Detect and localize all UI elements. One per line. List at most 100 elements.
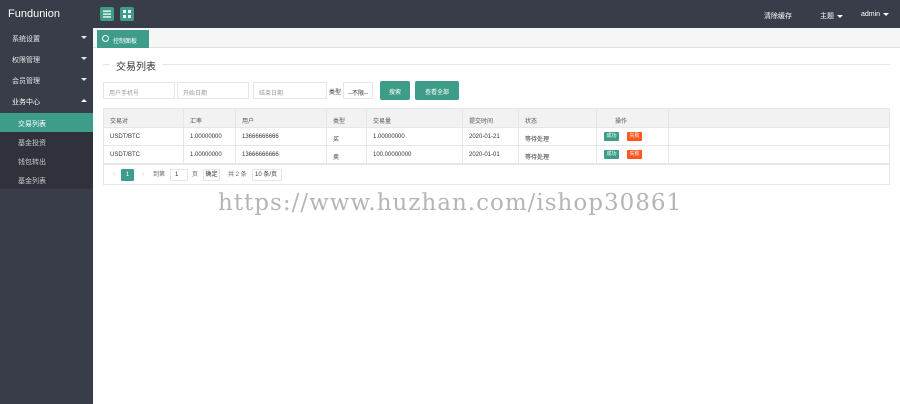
tab-dashboard[interactable]: 控制面板 (97, 30, 149, 48)
table-row: USDT/BTC 1.00000000 13666666666 卖 100.00… (104, 146, 889, 164)
sidebar-submenu: 交易列表 基金投资 钱包转出 基金列表 (0, 113, 93, 189)
prev-page-button[interactable]: ‹ (109, 169, 119, 181)
sidebar-item-label: 权限管理 (12, 57, 40, 64)
goto-confirm-button[interactable]: 确定 (203, 169, 220, 181)
select-value: --不限-- (348, 91, 368, 97)
grid-icon (123, 10, 131, 18)
main-content: 交易列表 用户手机号 开始日期 结束日期 类型 --不限-- 搜索 查看全部 交… (93, 48, 900, 404)
sidebar-item-business-center[interactable]: 业务中心 (0, 91, 93, 111)
amount-cell: 100.00000000 (367, 146, 463, 163)
empty-cell (669, 146, 889, 163)
page-unit-label: 页 (192, 172, 199, 178)
input-value: 1 (175, 172, 179, 178)
user-cell: 13666666666 (236, 128, 327, 145)
chevron-down-icon (837, 14, 843, 18)
trade-table: 交易对 汇率 用户 类型 交易量 提交时间 状态 操作 USDT/BTC 1.0… (103, 108, 890, 185)
menu-toggle-button[interactable] (100, 7, 114, 21)
user-menu[interactable]: admin (861, 11, 890, 18)
sidebar-item-label: 基金投资 (18, 140, 46, 147)
sidebar-item-fund-invest[interactable]: 基金投资 (0, 132, 93, 151)
status-cell: 等待处理 (519, 128, 597, 145)
reject-button[interactable]: 失败 (627, 132, 642, 141)
chevron-down-icon (883, 12, 890, 16)
sidebar-item-label: 会员管理 (12, 78, 40, 85)
input-placeholder: 结束日期 (259, 91, 284, 97)
action-cell: 成功 失败 (597, 128, 669, 145)
input-placeholder: 用户手机号 (109, 91, 140, 97)
header-cell: 交易对 (104, 109, 184, 127)
phone-input[interactable]: 用户手机号 (103, 82, 175, 99)
sidebar-item-label: 交易列表 (18, 121, 46, 128)
chevron-down-icon (81, 78, 87, 81)
table-header: 交易对 汇率 用户 类型 交易量 提交时间 状态 操作 (104, 109, 889, 128)
app-logo: Fundunion (8, 8, 60, 20)
approve-button[interactable]: 成功 (604, 150, 619, 159)
table-row: USDT/BTC 1.00000000 13666666666 买 1.0000… (104, 128, 889, 146)
time-cell: 2020-01-01 (463, 146, 519, 163)
start-date-input[interactable]: 开始日期 (177, 82, 249, 99)
top-navbar: Fundunion 清除缓存 主题 admin (0, 0, 900, 28)
pair-cell: USDT/BTC (104, 128, 184, 145)
time-cell: 2020-01-21 (463, 128, 519, 145)
view-all-button[interactable]: 查看全部 (415, 81, 459, 100)
type-cell: 买 (327, 128, 367, 145)
watermark: https://www.huzhan.com/ishop30861 (218, 190, 683, 216)
status-cell: 等待处理 (519, 146, 597, 163)
page-title: 交易列表 (110, 58, 162, 73)
action-cell: 成功 失败 (597, 146, 669, 163)
header-cell: 交易量 (367, 109, 463, 127)
reject-button[interactable]: 失败 (627, 150, 642, 159)
fullscreen-button[interactable] (120, 7, 134, 21)
chevron-down-icon (81, 57, 87, 60)
rate-cell: 1.00000000 (184, 146, 236, 163)
header-cell: 类型 (327, 109, 367, 127)
header-cell: 提交时间 (463, 109, 519, 127)
tab-label: 控制面板 (113, 39, 138, 45)
rate-cell: 1.00000000 (184, 128, 236, 145)
button-label: 搜索 (388, 90, 401, 96)
sidebar-item-label: 基金列表 (18, 178, 46, 185)
theme-label: 主题 (820, 13, 834, 20)
sidebar-item-permissions[interactable]: 权限管理 (0, 49, 93, 69)
end-date-input[interactable]: 结束日期 (253, 82, 327, 99)
input-placeholder: 开始日期 (183, 91, 208, 97)
page-number-current[interactable]: 1 (121, 169, 134, 181)
section-divider (103, 64, 890, 65)
total-count: 共 2 条 (228, 172, 247, 178)
sidebar-item-members[interactable]: 会员管理 (0, 70, 93, 90)
clear-cache-link[interactable]: 清除缓存 (764, 11, 792, 21)
pair-cell: USDT/BTC (104, 146, 184, 163)
type-cell: 卖 (327, 146, 367, 163)
next-page-button[interactable]: › (138, 169, 148, 181)
header-cell: 用户 (236, 109, 327, 127)
sidebar: 系统设置 权限管理 会员管理 业务中心 交易列表 基金投资 钱包转出 基金列表 (0, 28, 93, 404)
tab-bar: 控制面板 (93, 28, 900, 48)
theme-menu[interactable]: 主题 (820, 11, 843, 21)
menu-icon (103, 10, 111, 18)
header-cell: 汇率 (184, 109, 236, 127)
sidebar-item-system-settings[interactable]: 系统设置 (0, 28, 93, 48)
sidebar-item-trade-list[interactable]: 交易列表 (0, 113, 93, 132)
button-label: 查看全部 (424, 90, 449, 96)
header-cell: 状态 (519, 109, 597, 127)
page-size-select[interactable]: 10 条/页 (252, 169, 282, 181)
type-select[interactable]: --不限-- (343, 82, 373, 99)
header-cell: 操作 (597, 109, 669, 127)
header-cell (669, 109, 889, 127)
goto-page-input[interactable]: 1 (170, 169, 188, 181)
search-button[interactable]: 搜索 (380, 81, 410, 100)
sidebar-item-wallet-out[interactable]: 钱包转出 (0, 151, 93, 170)
goto-label: 到第 (153, 172, 166, 178)
chevron-down-icon (81, 36, 87, 39)
pagination: ‹ 1 › 到第 1 页 确定 共 2 条 10 条/页 (104, 164, 889, 184)
sidebar-item-label: 钱包转出 (18, 159, 46, 166)
sidebar-item-fund-list[interactable]: 基金列表 (0, 170, 93, 189)
chevron-up-icon (81, 99, 87, 102)
user-cell: 13666666666 (236, 146, 327, 163)
user-name: admin (861, 11, 881, 18)
type-label: 类型 (329, 90, 342, 96)
amount-cell: 1.00000000 (367, 128, 463, 145)
empty-cell (669, 128, 889, 145)
approve-button[interactable]: 成功 (604, 132, 619, 141)
dashboard-icon (102, 35, 109, 42)
